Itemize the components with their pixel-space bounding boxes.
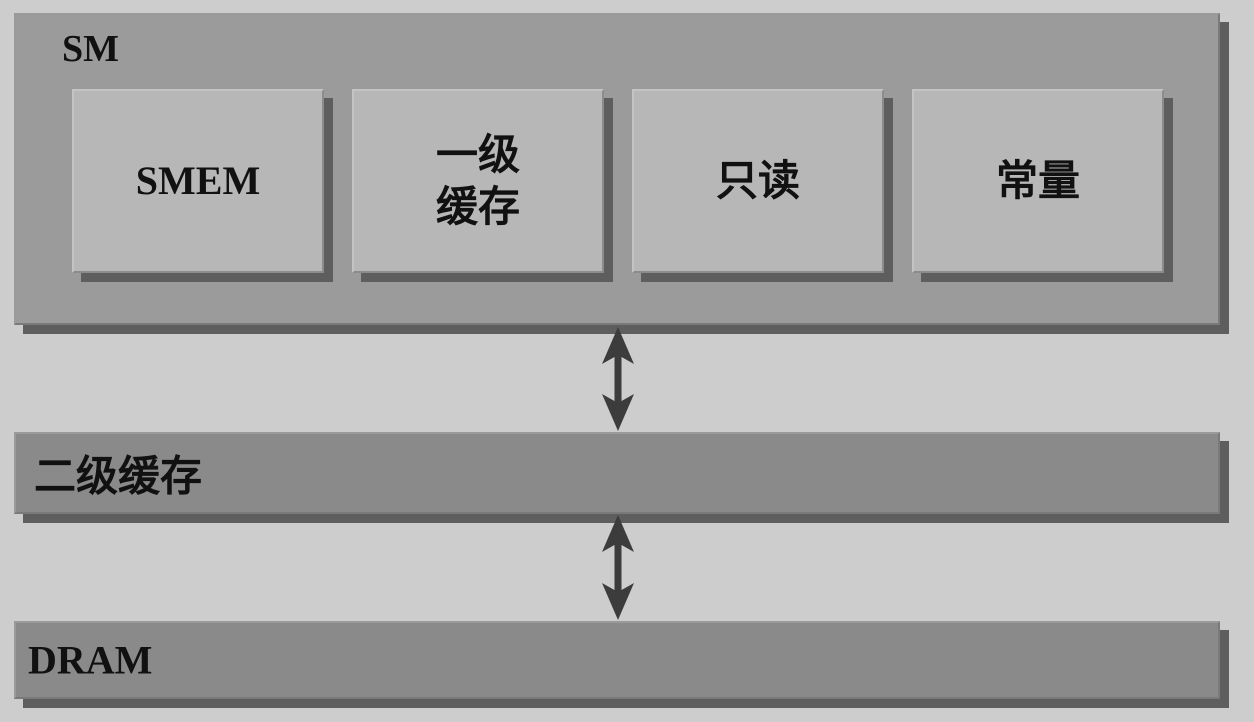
- double-arrow-icon: [602, 515, 634, 620]
- readonly-unit: 只读: [632, 89, 884, 273]
- l1-cache-label-line1: 一级: [435, 130, 520, 179]
- dram-label: DRAM: [28, 637, 153, 683]
- smem-label: SMEM: [135, 158, 261, 203]
- readonly-label: 只读: [715, 156, 800, 205]
- sm-title: SM: [62, 28, 119, 70]
- l1-cache-unit: 一级 缓存: [352, 89, 604, 273]
- l2-cache-label: 二级缓存: [34, 451, 203, 501]
- l1-cache-label-line2: 缓存: [435, 182, 520, 231]
- dram-bar: DRAM: [14, 621, 1220, 699]
- constant-label: 常量: [995, 156, 1080, 205]
- l1-cache-label: 一级 缓存: [413, 129, 543, 233]
- double-arrow-icon: [602, 327, 634, 431]
- constant-unit: 常量: [912, 89, 1164, 273]
- smem-unit: SMEM: [72, 89, 324, 273]
- l2-cache-bar: 二级缓存: [14, 432, 1220, 514]
- sm-block: SM SMEM 一级 缓存 只读 常量: [14, 13, 1220, 325]
